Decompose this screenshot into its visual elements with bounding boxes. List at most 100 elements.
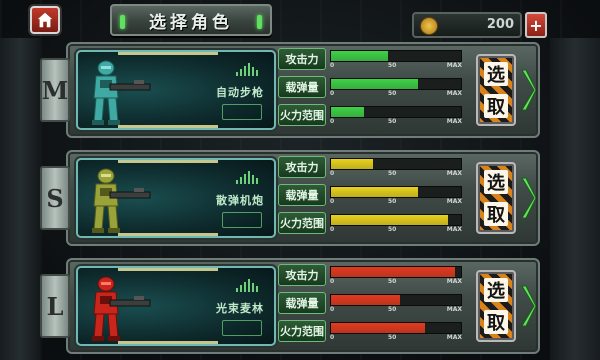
stat-label: 攻击力 (278, 264, 326, 286)
chevron-right-icon[interactable] (520, 66, 537, 114)
stat-bar-fill (331, 51, 389, 61)
weapon-name: 光束麦林 (216, 302, 264, 315)
soldier-icon (84, 274, 154, 344)
stat-row: 载弹量 0 50 MAX (278, 184, 464, 206)
circuit-chip-icon (222, 212, 262, 228)
stat-ticks: 0 50 MAX (330, 198, 462, 207)
portrait-glow-top (118, 268, 218, 271)
stat-bar-track (330, 294, 462, 306)
stat-bar-track (330, 214, 462, 226)
stat-bar-fill (331, 159, 373, 169)
soldier-icon (84, 166, 154, 236)
tick-max: MAX (446, 226, 462, 233)
tick-mid: 50 (388, 118, 397, 125)
select-char-1: 选 (484, 62, 508, 86)
class-letter: L (40, 274, 70, 338)
character-portrait[interactable]: 光束麦林 (76, 266, 276, 346)
tick-zero: 0 (330, 170, 335, 177)
stat-row: 火力范围 0 50 MAX (278, 104, 464, 126)
tick-mid: 50 (388, 170, 397, 177)
tick-mid: 50 (388, 226, 397, 233)
stat-bar-fill (331, 267, 455, 277)
stat-row: 载弹量 0 50 MAX (278, 76, 464, 98)
select-char-1: 选 (484, 170, 508, 194)
stat-label: 载弹量 (278, 292, 326, 314)
tick-max: MAX (446, 306, 462, 313)
stat-ticks: 0 50 MAX (330, 306, 462, 315)
tick-mid: 50 (388, 198, 397, 205)
stat-label: 火力范围 (278, 320, 326, 342)
soldier-icon (84, 58, 154, 128)
select-char-2: 取 (484, 202, 508, 226)
stat-bar-fill (331, 215, 448, 225)
stat-bar-fill (331, 107, 364, 117)
stat-bar-track (330, 50, 462, 62)
stat-bar-track (330, 78, 462, 90)
coin-panel: 200 (412, 12, 522, 38)
stat-row: 攻击力 0 50 MAX (278, 156, 464, 178)
stat-row: 攻击力 0 50 MAX (278, 48, 464, 70)
chevron-right-icon[interactable] (520, 282, 537, 330)
portrait-glow-top (118, 52, 218, 55)
tick-mid: 50 (388, 334, 397, 341)
tick-max: MAX (446, 278, 462, 285)
signal-bars-icon (236, 62, 260, 76)
tick-max: MAX (446, 118, 462, 125)
select-button[interactable]: 选 取 (476, 270, 516, 342)
stat-ticks: 0 50 MAX (330, 226, 462, 235)
left-rail (0, 38, 40, 360)
weapon-name: 自动步枪 (216, 86, 264, 99)
coin-count: 200 (486, 17, 514, 32)
tick-mid: 50 (388, 306, 397, 313)
stat-ticks: 0 50 MAX (330, 170, 462, 179)
home-button[interactable] (30, 6, 60, 34)
stat-ticks: 0 50 MAX (330, 90, 462, 99)
select-char-2: 取 (484, 94, 508, 118)
tick-zero: 0 (330, 118, 335, 125)
tick-mid: 50 (388, 278, 397, 285)
stat-ticks: 0 50 MAX (330, 62, 462, 71)
page-title: 选择角色 (149, 12, 233, 33)
tick-max: MAX (446, 90, 462, 97)
select-button[interactable]: 选 取 (476, 54, 516, 126)
title-light-left (120, 15, 125, 29)
stat-row: 攻击力 0 50 MAX (278, 264, 464, 286)
stat-bar-track (330, 106, 462, 118)
stat-label: 攻击力 (278, 156, 326, 178)
tick-max: MAX (446, 334, 462, 341)
stat-row: 载弹量 0 50 MAX (278, 292, 464, 314)
signal-bars-icon (236, 170, 260, 184)
circuit-chip-icon (222, 320, 262, 336)
select-button[interactable]: 选 取 (476, 162, 516, 234)
stat-ticks: 0 50 MAX (330, 334, 462, 343)
portrait-glow-top (118, 160, 218, 163)
class-letter: M (40, 58, 70, 122)
class-letter: S (40, 166, 70, 230)
home-icon (37, 12, 53, 28)
title-plate: 选择角色 (110, 4, 272, 36)
coin-icon (420, 17, 438, 35)
select-char-1: 选 (484, 278, 508, 302)
character-portrait[interactable]: 散弹机炮 (76, 158, 276, 238)
circuit-chip-icon (222, 104, 262, 120)
stat-label: 攻击力 (278, 48, 326, 70)
chevron-right-icon[interactable] (520, 174, 537, 222)
add-coins-button[interactable]: + (525, 12, 547, 38)
stat-bar-track (330, 266, 462, 278)
stat-bar-track (330, 158, 462, 170)
stat-bar-fill (331, 295, 400, 305)
tick-mid: 50 (388, 90, 397, 97)
tick-max: MAX (446, 198, 462, 205)
title-light-right (257, 15, 262, 29)
stat-ticks: 0 50 MAX (330, 278, 462, 287)
tick-zero: 0 (330, 198, 335, 205)
weapon-name: 散弹机炮 (216, 194, 264, 207)
character-row-m: M 自动步枪 攻击力 0 50 MAX 载弹量 0 50 MAX 火力范围 0 … (40, 40, 540, 140)
character-portrait[interactable]: 自动步枪 (76, 50, 276, 130)
stat-bar-fill (331, 187, 419, 197)
stat-bar-fill (331, 323, 425, 333)
select-char-2: 取 (484, 310, 508, 334)
stat-bar-track (330, 186, 462, 198)
tick-zero: 0 (330, 306, 335, 313)
signal-bars-icon (236, 278, 260, 292)
